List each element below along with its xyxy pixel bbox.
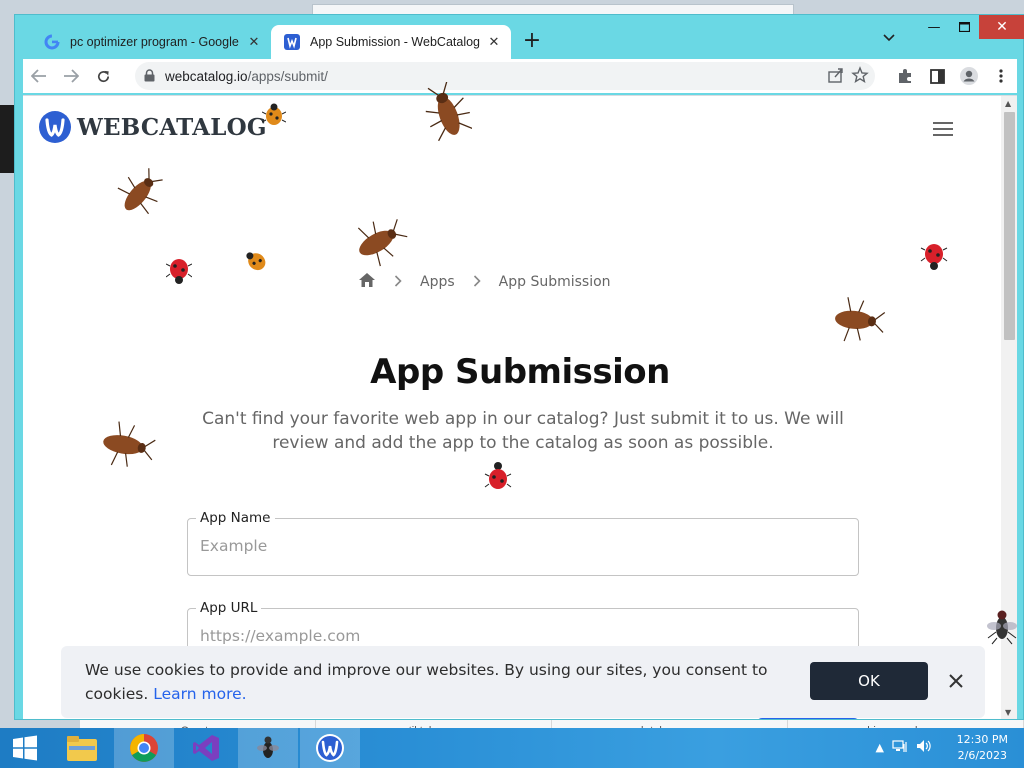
side-panel-icon[interactable] <box>921 60 953 92</box>
page-viewport: WEBCATALOG Apps App Submission App Submi… <box>23 95 1017 719</box>
back-arrow-icon[interactable] <box>23 60 55 92</box>
browser-window: pc optimizer program - Google S ✕ App Su… <box>14 14 1024 720</box>
app-name-label: App Name <box>196 510 275 526</box>
cockroach-icon <box>117 168 163 215</box>
share-icon[interactable] <box>827 66 845 88</box>
network-icon[interactable] <box>892 739 908 756</box>
tab-title: App Submission - WebCatalog <box>310 35 480 49</box>
cookie-banner: We use cookies to provide and improve ou… <box>61 646 985 718</box>
learn-more-link[interactable]: Learn more. <box>153 685 246 703</box>
cookie-text: We use cookies to provide and improve ou… <box>85 661 768 703</box>
chrome-icon <box>130 734 158 762</box>
close-tab-icon[interactable]: ✕ <box>246 34 262 50</box>
cockroach-icon <box>835 297 886 342</box>
cockroach-icon <box>425 82 472 142</box>
extensions-puzzle-icon[interactable] <box>889 60 921 92</box>
webcatalog-logo[interactable]: WEBCATALOG <box>39 111 267 143</box>
browser-toolbar: webcatalog.io/apps/submit/ <box>23 59 1017 93</box>
reload-icon[interactable] <box>87 60 119 92</box>
minimize-icon[interactable]: — <box>919 15 949 39</box>
folder-icon <box>67 736 97 761</box>
windows-logo-icon <box>13 735 37 761</box>
ladybug-icon <box>246 252 266 271</box>
taskbar-visual-studio[interactable] <box>176 728 236 768</box>
new-tab-button[interactable]: + <box>520 30 544 53</box>
tab-webcatalog[interactable]: App Submission - WebCatalog ✕ <box>271 25 511 59</box>
app-url-label: App URL <box>196 600 262 616</box>
profile-avatar-icon[interactable] <box>953 60 985 92</box>
taskbar-chrome[interactable] <box>114 728 174 768</box>
breadcrumb-chevron-icon <box>394 273 402 291</box>
submit-button[interactable] <box>756 718 860 719</box>
hamburger-menu-icon[interactable] <box>933 122 953 136</box>
webcatalog-logo-icon <box>39 111 71 143</box>
windows-taskbar: ▲ 12:30 PM 2/6/2023 <box>0 728 1024 768</box>
taskbar-bug-app[interactable] <box>238 728 298 768</box>
google-icon <box>44 34 60 50</box>
show-hidden-icons-icon[interactable]: ▲ <box>876 741 884 754</box>
window-close-icon[interactable]: ✕ <box>979 15 1024 39</box>
clock-date: 2/6/2023 <box>957 749 1008 762</box>
app-name-input[interactable] <box>200 537 840 555</box>
webcatalog-icon <box>284 34 300 50</box>
page-description: Can't find your favorite web app in our … <box>202 409 844 453</box>
breadcrumb: Apps App Submission <box>358 272 611 292</box>
fly-icon <box>987 610 1017 645</box>
breadcrumb-chevron-icon <box>473 273 481 291</box>
tab-search-chevron-icon[interactable] <box>877 31 901 51</box>
taskbar-file-explorer[interactable] <box>52 728 112 768</box>
clock-time: 12:30 PM <box>956 733 1008 746</box>
system-tray: ▲ <box>876 739 932 756</box>
ladybug-icon <box>166 259 192 284</box>
volume-icon[interactable] <box>916 739 932 756</box>
cockroach-icon <box>357 219 408 267</box>
tab-title: pc optimizer program - Google S <box>70 35 240 49</box>
ladybug-icon <box>920 244 948 270</box>
ladybug-icon <box>484 462 512 489</box>
logo-text: WEBCATALOG <box>77 113 267 141</box>
app-url-input[interactable] <box>200 627 840 645</box>
scroll-up-arrow-icon[interactable]: ▲ <box>1005 99 1011 108</box>
desktop-window-edge <box>0 105 14 173</box>
lock-icon[interactable] <box>144 67 155 86</box>
url-text: webcatalog.io/apps/submit/ <box>165 68 328 84</box>
start-button[interactable] <box>0 728 50 768</box>
tab-google-search[interactable]: pc optimizer program - Google S ✕ <box>31 25 275 59</box>
visual-studio-icon <box>193 735 219 761</box>
cookie-close-icon[interactable] <box>945 670 967 692</box>
scroll-thumb[interactable] <box>1004 112 1015 340</box>
cockroach-icon <box>103 421 156 467</box>
breadcrumb-apps-link[interactable]: Apps <box>420 274 455 290</box>
taskbar-clock[interactable]: 12:30 PM 2/6/2023 <box>957 732 1008 764</box>
window-controls: — ✕ <box>919 15 1024 39</box>
fly-icon <box>257 736 279 758</box>
maximize-icon[interactable] <box>949 15 979 39</box>
page-title: App Submission <box>370 352 670 392</box>
menu-kebab-icon[interactable] <box>985 60 1017 92</box>
bookmark-star-icon[interactable] <box>851 66 869 88</box>
home-icon[interactable] <box>358 272 376 292</box>
breadcrumb-current: App Submission <box>498 274 611 290</box>
cookie-ok-button[interactable]: OK <box>810 662 928 700</box>
taskbar-webcatalog[interactable] <box>300 728 360 768</box>
ladybug-icon <box>262 103 286 125</box>
forward-arrow-icon[interactable] <box>55 60 87 92</box>
scroll-down-arrow-icon[interactable]: ▼ <box>1005 708 1011 717</box>
webcatalog-icon <box>316 734 344 762</box>
close-tab-icon[interactable]: ✕ <box>486 34 502 50</box>
app-name-field: App Name <box>187 510 859 576</box>
tab-strip: pc optimizer program - Google S ✕ App Su… <box>15 15 1024 59</box>
address-bar[interactable]: webcatalog.io/apps/submit/ <box>135 62 875 90</box>
